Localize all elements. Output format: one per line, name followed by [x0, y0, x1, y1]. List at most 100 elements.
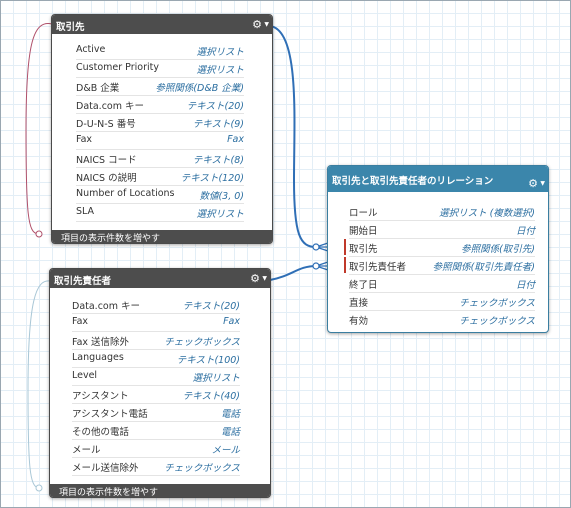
field-name: Number of Locations	[76, 188, 175, 199]
field-type: 選択リスト	[196, 65, 244, 76]
contact-self-end-marker	[35, 484, 43, 492]
field-name: Data.com キー	[76, 101, 145, 112]
field-name: 直接	[349, 298, 369, 309]
field-name: D&B 企業	[76, 83, 120, 94]
field-type: テキスト(120)	[180, 173, 244, 184]
contact-link-crowfoot	[312, 261, 329, 271]
field-type: 参照関係(取引先)	[461, 244, 535, 255]
field-type: 電話	[220, 409, 240, 420]
field-name: Active	[76, 44, 106, 55]
account-object-card[interactable]: 取引先 ⚙ ▼ Active 選択リスト Customer Priority 選…	[51, 14, 273, 244]
field-type: チェックボックス	[164, 463, 240, 474]
field-row[interactable]: ロール 選択リスト (複数選択)	[349, 202, 535, 221]
field-name: SLA	[76, 206, 95, 217]
field-name: Level	[72, 370, 98, 381]
field-type: チェックボックス	[164, 337, 240, 348]
field-row[interactable]: メール送信除外 チェックボックス	[72, 457, 240, 476]
field-name: その他の電話	[72, 427, 130, 438]
field-name: Fax 送信除外	[72, 337, 130, 348]
account-title: 取引先	[56, 22, 85, 33]
field-row[interactable]: Data.com キー テキスト(20)	[76, 95, 244, 114]
relation-object-card[interactable]: 取引先と取引先責任者のリレーション ⚙ ▼ ロール 選択リスト (複数選択) 開…	[327, 165, 549, 333]
field-row[interactable]: 直接 チェックボックス	[349, 292, 535, 311]
contact-lookup-link	[269, 265, 317, 281]
contact-card-header[interactable]: 取引先責任者 ⚙ ▼	[50, 269, 270, 288]
field-row[interactable]: メール メール	[72, 439, 240, 458]
field-type: テキスト(20)	[186, 101, 244, 112]
caret-down-icon[interactable]: ▼	[264, 21, 269, 28]
field-type: テキスト(20)	[182, 301, 240, 312]
field-row[interactable]: NAICS コード テキスト(8)	[76, 149, 244, 168]
field-name: ロール	[349, 208, 378, 219]
field-type: Fax	[223, 316, 240, 327]
field-type: テキスト(9)	[192, 119, 244, 130]
show-more-label: 項目の表示件数を増やす	[61, 234, 161, 244]
field-row[interactable]: 有効 チェックボックス	[349, 310, 535, 328]
contact-title: 取引先責任者	[54, 276, 112, 287]
field-row[interactable]: Data.com キー テキスト(20)	[72, 295, 240, 314]
caret-down-icon[interactable]: ▼	[262, 275, 267, 282]
field-name: 終了日	[349, 280, 378, 291]
field-name: 取引先責任者	[349, 262, 407, 273]
field-type: Fax	[227, 134, 244, 145]
field-row[interactable]: Fax 送信除外 チェックボックス	[72, 331, 240, 350]
field-type: 選択リスト (複数選択)	[439, 208, 535, 219]
account-self-end-marker	[35, 230, 43, 238]
field-row[interactable]: D&B 企業 参照関係(D&B 企業)	[76, 77, 244, 96]
field-type: 選択リスト	[196, 47, 244, 58]
field-row[interactable]: Fax Fax	[72, 313, 240, 332]
field-row[interactable]: Level 選択リスト	[72, 367, 240, 386]
contact-object-card[interactable]: 取引先責任者 ⚙ ▼ Data.com キー テキスト(20) Fax Fax …	[49, 268, 271, 498]
field-row[interactable]: Active 選択リスト	[76, 41, 244, 60]
field-type: テキスト(100)	[176, 355, 240, 366]
field-type: 参照関係(D&B 企業)	[155, 83, 244, 94]
gear-icon[interactable]: ⚙	[252, 18, 262, 31]
gear-icon[interactable]: ⚙	[528, 177, 538, 190]
field-name: Data.com キー	[72, 301, 141, 312]
field-name: Languages	[72, 352, 124, 363]
field-row[interactable]: その他の電話 電話	[72, 421, 240, 440]
account-card-header[interactable]: 取引先 ⚙ ▼	[52, 15, 272, 34]
show-more-fields-link[interactable]: 項目の表示件数を増やす	[52, 230, 272, 243]
lookup-field-row-contact[interactable]: 取引先責任者 参照関係(取引先責任者)	[344, 256, 535, 275]
relation-card-header[interactable]: 取引先と取引先責任者のリレーション ⚙ ▼	[328, 166, 548, 192]
field-row[interactable]: 開始日 日付	[349, 220, 535, 239]
field-type: メール	[211, 445, 240, 456]
field-name: メール送信除外	[72, 463, 139, 474]
field-name: 開始日	[349, 226, 378, 237]
caret-down-icon[interactable]: ▼	[540, 180, 545, 187]
field-row[interactable]: D-U-N-S 番号 テキスト(9)	[76, 113, 244, 132]
field-name: 取引先	[349, 244, 378, 255]
field-name: D-U-N-S 番号	[76, 119, 136, 130]
field-row[interactable]: アシスタント テキスト(40)	[72, 385, 240, 404]
gear-icon[interactable]: ⚙	[250, 272, 260, 285]
field-type: テキスト(8)	[192, 155, 244, 166]
contact-self-link	[27, 280, 51, 489]
field-type: 参照関係(取引先責任者)	[432, 262, 535, 273]
field-row[interactable]: アシスタント電話 電話	[72, 403, 240, 422]
field-type: 選択リスト	[196, 209, 244, 220]
field-row[interactable]: Customer Priority 選択リスト	[76, 59, 244, 78]
field-name: NAICS コード	[76, 155, 137, 166]
field-type: チェックボックス	[459, 316, 535, 327]
show-more-label: 項目の表示件数を増やす	[59, 488, 159, 498]
field-row[interactable]: Number of Locations 数値(3, 0)	[76, 185, 244, 204]
field-name: アシスタント電話	[72, 409, 148, 420]
field-name: NAICS の説明	[76, 173, 137, 184]
field-row[interactable]: SLA 選択リスト	[76, 203, 244, 222]
account-lookup-link	[269, 25, 317, 248]
field-row[interactable]: Languages テキスト(100)	[72, 349, 240, 368]
field-type: 日付	[515, 280, 535, 291]
field-row[interactable]: 終了日 日付	[349, 274, 535, 293]
field-type: テキスト(40)	[182, 391, 240, 402]
field-type: 選択リスト	[192, 373, 240, 384]
field-name: Fax	[72, 316, 89, 327]
field-row[interactable]: Fax Fax	[76, 131, 244, 150]
field-name: アシスタント	[72, 391, 129, 402]
lookup-field-row-account[interactable]: 取引先 参照関係(取引先)	[344, 238, 535, 257]
field-row[interactable]: NAICS の説明 テキスト(120)	[76, 167, 244, 186]
show-more-fields-link[interactable]: 項目の表示件数を増やす	[50, 484, 270, 497]
field-name: メール	[72, 445, 101, 456]
field-name: Customer Priority	[76, 62, 159, 73]
field-name: Fax	[76, 134, 93, 145]
